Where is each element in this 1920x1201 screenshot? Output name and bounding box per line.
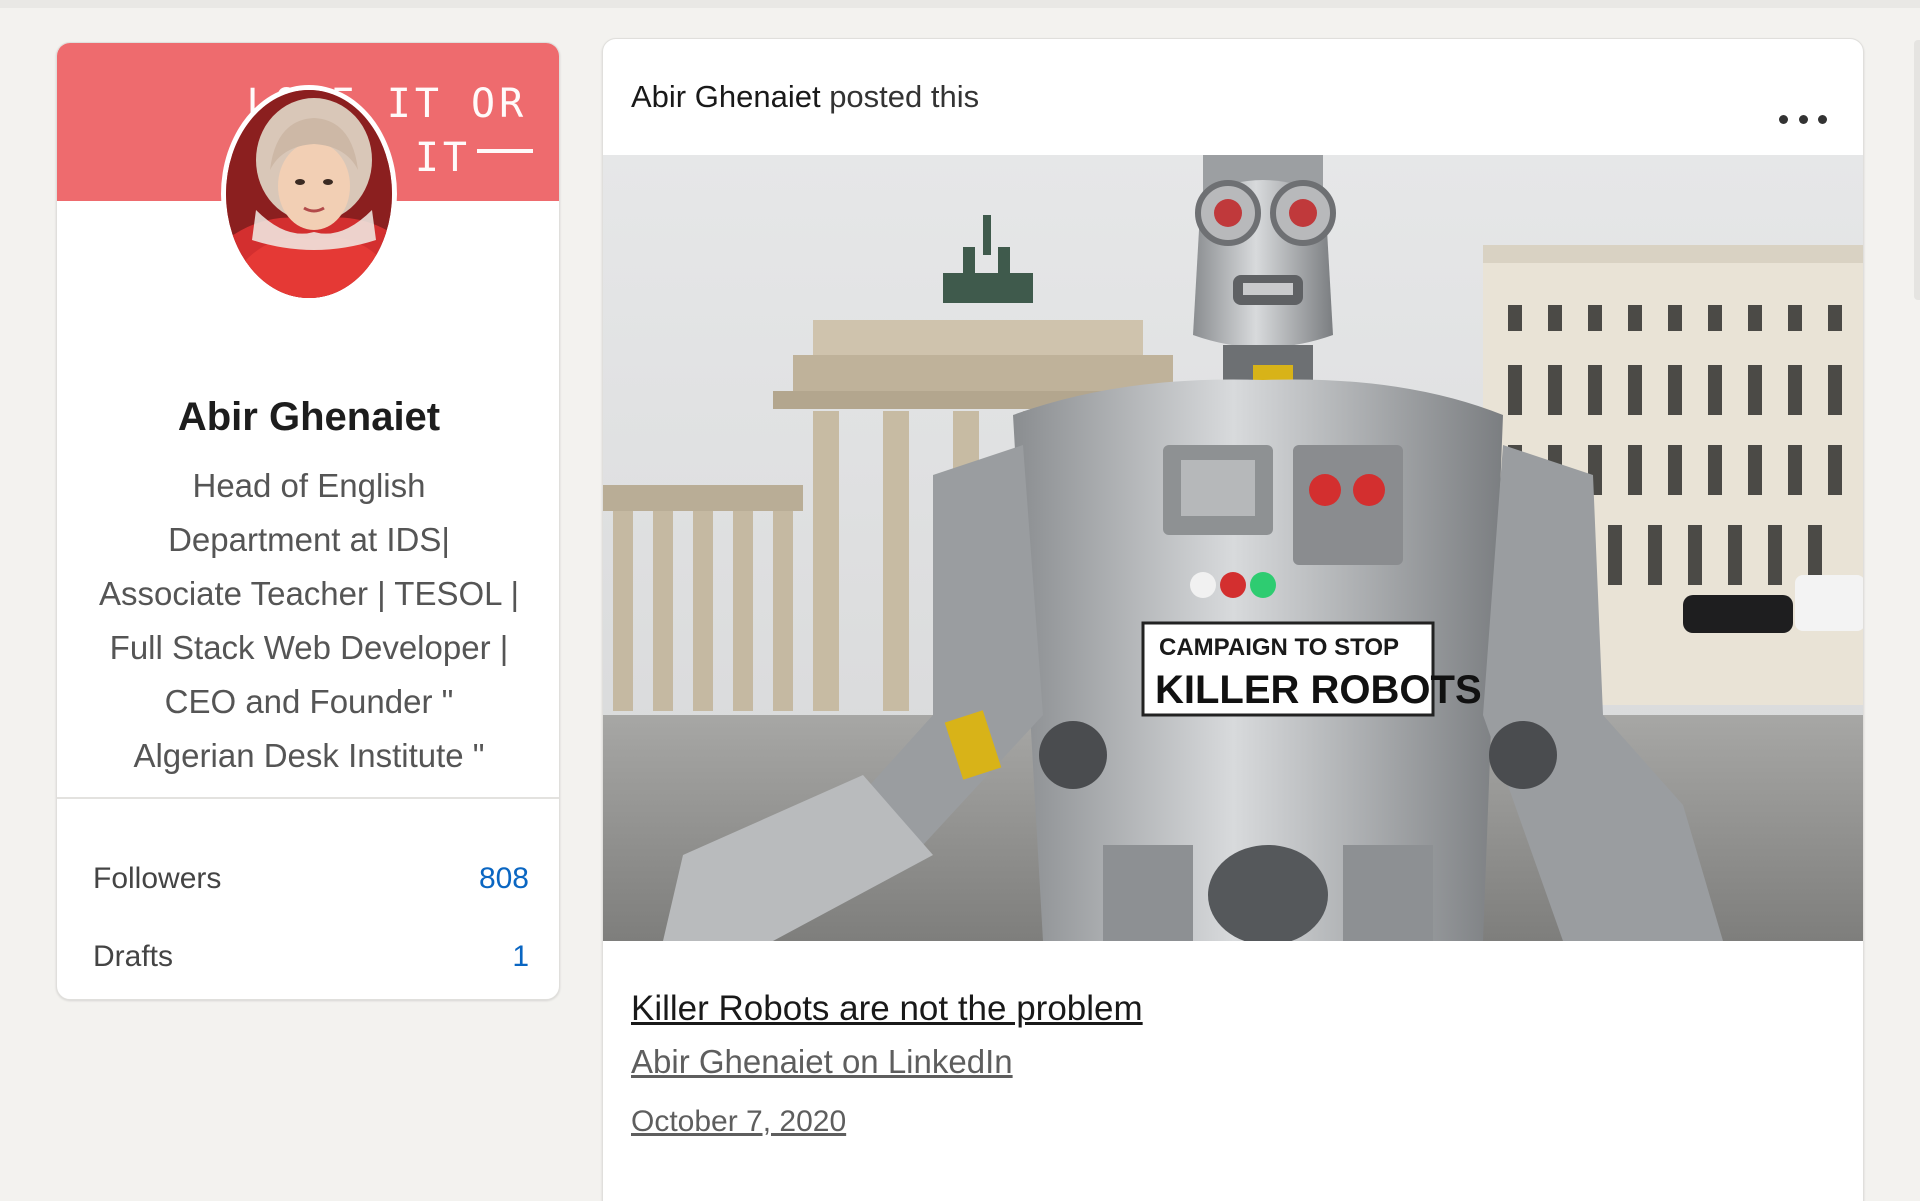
right-panel-edge <box>1914 40 1920 300</box>
dot <box>1779 114 1788 124</box>
headline-line: Head of English <box>192 467 426 504</box>
profile-headline: Head of English Department at IDS| Assoc… <box>97 459 521 783</box>
headline-line: Algerian Desk Institute " <box>133 737 485 774</box>
headline-line: Department at IDS| <box>168 521 450 558</box>
avatar-photo <box>226 90 392 298</box>
robot-photo: CAMPAIGN TO STOP KILLER ROBOTS <box>603 155 1863 941</box>
headline-line: Associate Teacher | TESOL | <box>98 575 520 612</box>
cover-underline <box>477 149 533 153</box>
stat-followers[interactable]: Followers 808 <box>93 855 529 903</box>
headline-line: Full Stack Web Developer | <box>109 629 509 666</box>
stat-value: 808 <box>478 862 529 895</box>
sign-line2: KILLER ROBOTS <box>1155 668 1482 712</box>
post-header: Abir Ghenaiet posted this <box>631 79 979 115</box>
post-date-link[interactable]: October 7, 2020 <box>631 1105 846 1139</box>
profile-card: LOVE IT OR LEAVE IT Abir Ghenaiet Head o… <box>56 42 560 1000</box>
stats-divider <box>57 797 559 799</box>
profile-name[interactable]: Abir Ghenaiet <box>57 395 559 440</box>
post-image[interactable]: CAMPAIGN TO STOP KILLER ROBOTS <box>603 155 1863 941</box>
top-divider <box>0 0 1920 8</box>
stat-label: Followers <box>93 862 222 895</box>
ellipsis-icon[interactable] <box>1779 109 1827 129</box>
post-author[interactable]: Abir Ghenaiet <box>631 79 821 114</box>
post-card: Abir Ghenaiet posted this CAMPAIGN TO ST… <box>602 38 1864 1201</box>
sign-line1: CAMPAIGN TO STOP <box>1159 634 1399 661</box>
stat-value: 1 <box>512 940 529 973</box>
headline-line: CEO and Founder " <box>164 683 454 720</box>
post-title-link[interactable]: Killer Robots are not the problem <box>631 989 1143 1029</box>
dot <box>1818 114 1827 124</box>
profile-avatar[interactable] <box>221 85 397 303</box>
dot <box>1798 114 1808 124</box>
post-source-link[interactable]: Abir Ghenaiet on LinkedIn <box>631 1043 1013 1081</box>
stat-label: Drafts <box>93 940 174 973</box>
stat-drafts[interactable]: Drafts 1 <box>93 933 529 981</box>
post-action: posted this <box>829 79 980 114</box>
page: LOVE IT OR LEAVE IT Abir Ghenaiet Head o… <box>0 0 1920 1201</box>
